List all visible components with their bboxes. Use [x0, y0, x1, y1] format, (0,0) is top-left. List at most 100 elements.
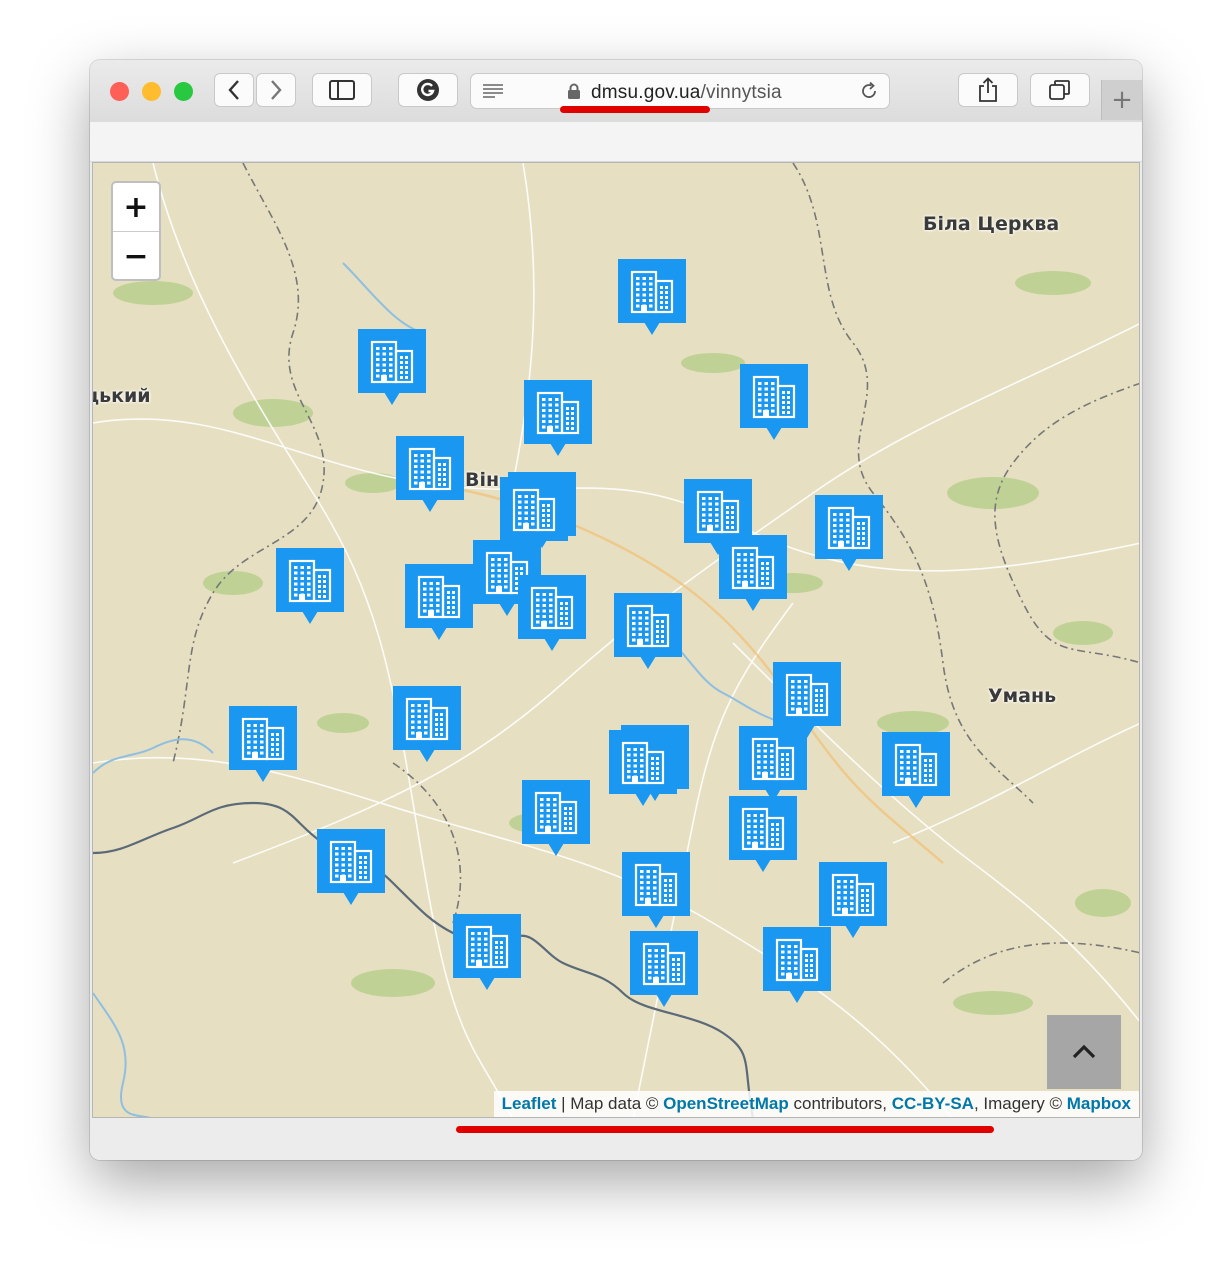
forward-button[interactable] [256, 73, 296, 107]
office-building-icon [827, 506, 871, 550]
chevron-up-icon [1072, 1044, 1096, 1059]
marker-body[interactable] [358, 329, 426, 393]
reader-view-icon[interactable] [481, 82, 505, 100]
lock-icon [568, 83, 580, 99]
map-marker[interactable] [614, 593, 682, 671]
map-marker[interactable] [815, 495, 883, 573]
marker-body[interactable] [729, 796, 797, 860]
marker-body[interactable] [763, 927, 831, 991]
zoom-in-button[interactable]: + [113, 183, 159, 232]
marker-body[interactable] [500, 477, 568, 541]
office-building-icon [642, 942, 686, 986]
scroll-to-top-button[interactable] [1047, 1015, 1121, 1089]
office-building-icon [417, 575, 461, 619]
marker-body[interactable] [453, 914, 521, 978]
office-building-icon [752, 375, 796, 419]
grammarly-button[interactable] [398, 73, 458, 107]
browser-toolbar: dmsu.gov.ua/vinnytsia + [90, 60, 1142, 123]
marker-body[interactable] [609, 730, 677, 794]
address-bar[interactable]: dmsu.gov.ua/vinnytsia [470, 73, 890, 109]
marker-body[interactable] [618, 259, 686, 323]
marker-pointer [845, 925, 861, 938]
marker-body[interactable] [393, 686, 461, 750]
reload-icon[interactable] [859, 81, 879, 101]
leaflet-link[interactable]: Leaflet [502, 1094, 557, 1113]
marker-body[interactable] [317, 829, 385, 893]
map-marker[interactable] [763, 927, 831, 1005]
marker-body[interactable] [773, 662, 841, 726]
sidebar-button[interactable] [312, 73, 372, 107]
office-building-icon [785, 673, 829, 717]
map-marker[interactable] [518, 575, 586, 653]
office-building-icon [741, 807, 785, 851]
marker-body[interactable] [229, 706, 297, 770]
marker-body[interactable] [622, 852, 690, 916]
back-button[interactable] [214, 73, 254, 107]
zoom-window-button[interactable] [174, 82, 193, 101]
office-building-icon [408, 447, 452, 491]
map-attribution: Leaflet | Map data © OpenStreetMap contr… [493, 1091, 1139, 1117]
map-marker[interactable] [317, 829, 385, 907]
map-marker[interactable] [229, 706, 297, 784]
map-marker[interactable] [618, 259, 686, 337]
marker-body[interactable] [819, 862, 887, 926]
map-marker[interactable] [622, 852, 690, 930]
license-link[interactable]: CC-BY-SA [892, 1094, 974, 1113]
marker-body[interactable] [719, 535, 787, 599]
office-building-icon [405, 697, 449, 741]
marker-pointer [635, 793, 651, 806]
zoom-control: + − [111, 181, 161, 281]
map-marker[interactable] [524, 380, 592, 458]
map-marker[interactable] [739, 726, 807, 804]
map-marker[interactable] [719, 535, 787, 613]
map-marker[interactable] [393, 686, 461, 764]
marker-body[interactable] [518, 575, 586, 639]
marker-pointer [384, 392, 400, 405]
marker-body[interactable] [276, 548, 344, 612]
marker-body[interactable] [522, 780, 590, 844]
zoom-out-button[interactable]: − [113, 232, 159, 280]
marker-body[interactable] [614, 593, 682, 657]
openstreetmap-link[interactable]: OpenStreetMap [663, 1094, 789, 1113]
map-marker[interactable] [396, 436, 464, 514]
tabs-icon [1049, 80, 1070, 100]
map-marker[interactable] [405, 564, 473, 642]
map-marker[interactable] [740, 364, 808, 442]
map-marker[interactable] [630, 931, 698, 1009]
marker-body[interactable] [739, 726, 807, 790]
close-window-button[interactable] [110, 82, 129, 101]
marker-pointer [908, 795, 924, 808]
minimize-window-button[interactable] [142, 82, 161, 101]
marker-body[interactable] [630, 931, 698, 995]
status-bar [90, 1118, 1142, 1160]
office-building-icon [634, 863, 678, 907]
office-building-icon [512, 488, 556, 532]
marker-body[interactable] [740, 364, 808, 428]
marker-pointer [755, 859, 771, 872]
map-marker[interactable] [729, 796, 797, 874]
marker-pointer [550, 443, 566, 456]
office-building-icon [626, 604, 670, 648]
map-marker[interactable] [276, 548, 344, 626]
new-tab-button[interactable]: + [1101, 80, 1142, 120]
map-marker[interactable] [358, 329, 426, 407]
office-building-icon [370, 340, 414, 384]
marker-body[interactable] [405, 564, 473, 628]
map-marker[interactable] [609, 730, 677, 808]
marker-body[interactable] [396, 436, 464, 500]
marker-body[interactable] [882, 732, 950, 796]
mapbox-link[interactable]: Mapbox [1067, 1094, 1131, 1113]
marker-body[interactable] [684, 479, 752, 543]
marker-body[interactable] [815, 495, 883, 559]
marker-body[interactable] [524, 380, 592, 444]
marker-pointer [431, 627, 447, 640]
map-marker[interactable] [522, 780, 590, 858]
marker-pointer [841, 558, 857, 571]
share-button[interactable] [958, 73, 1018, 107]
tabs-overview-button[interactable] [1030, 73, 1090, 107]
office-building-icon [241, 717, 285, 761]
map-view[interactable]: + − Біла Церква цький Він Умань Leaflet … [92, 162, 1140, 1118]
place-label: Він [465, 469, 500, 491]
map-marker[interactable] [453, 914, 521, 992]
map-marker[interactable] [882, 732, 950, 810]
